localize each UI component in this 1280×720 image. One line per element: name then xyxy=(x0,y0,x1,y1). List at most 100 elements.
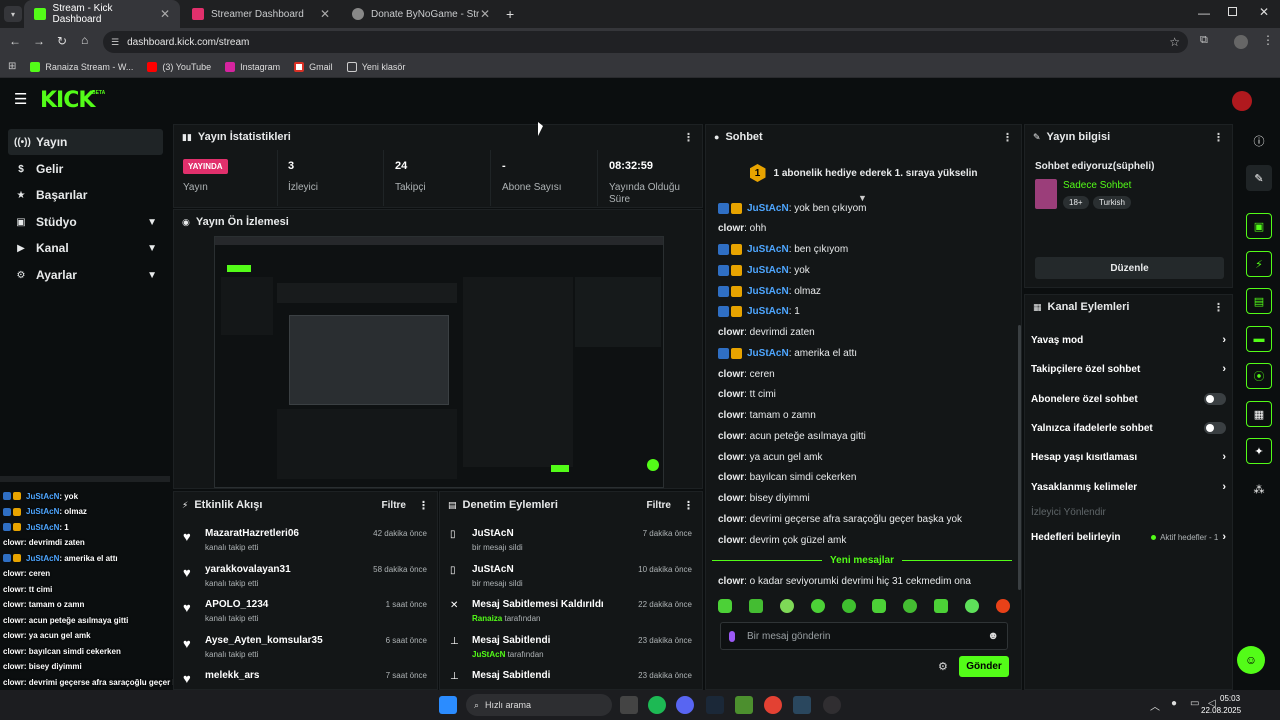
close-tab-icon[interactable]: ✕ xyxy=(320,7,330,21)
chat-username[interactable]: JuStAcN xyxy=(747,265,789,276)
info-icon[interactable]: ⓘ xyxy=(1246,128,1272,154)
chrome-icon[interactable] xyxy=(764,696,782,714)
moderation-item[interactable]: ⊥ Mesaj Sabitlendi 23 dakika önce xyxy=(450,667,694,699)
site-info-icon[interactable]: ☰ xyxy=(111,37,119,48)
moderation-title[interactable]: Mesaj Sabitlendi xyxy=(472,635,550,646)
chat-username[interactable]: clowr xyxy=(718,472,744,483)
action-slow-mode[interactable]: Yavaş mod › xyxy=(1031,330,1226,350)
gift-goal-banner[interactable]: 1 1 abonelik hediye ederek 1. sıraya yük… xyxy=(706,152,1021,194)
clock-date[interactable]: 22.08.2025 xyxy=(1201,706,1241,715)
emote-icon[interactable] xyxy=(872,599,887,613)
microphone-tray-icon[interactable]: ● xyxy=(1171,698,1177,709)
bookmark-ranaiza[interactable]: Ranaiza Stream - W... xyxy=(30,61,133,72)
emote-icon[interactable] xyxy=(995,599,1010,613)
reload-icon[interactable]: ↻ xyxy=(57,34,67,48)
chat-username[interactable]: clowr xyxy=(718,431,744,442)
action-emote-only[interactable]: Yalnızca ifadelerle sohbet xyxy=(1031,418,1226,438)
chat-message[interactable]: clowr: bayılcan simdi cekerken xyxy=(718,471,856,485)
bookmark-star-icon[interactable]: ☆ xyxy=(1169,35,1180,49)
moderation-title[interactable]: Mesaj Sabitlemesi Kaldırıldı xyxy=(472,599,604,610)
chat-username[interactable]: clowr xyxy=(718,369,744,380)
emote-icon[interactable] xyxy=(748,599,763,613)
crop-icon[interactable]: ▣ xyxy=(1246,213,1272,239)
subscribers-only-toggle[interactable] xyxy=(1204,393,1226,405)
browser-menu-icon[interactable]: ⋮ xyxy=(1262,33,1274,47)
chat-message[interactable]: clowr: bisey diyimmi xyxy=(718,492,810,506)
moderation-item[interactable]: ▯ JuStAcN bir mesajı sildi 7 dakika önce xyxy=(450,525,694,557)
activity-item[interactable]: ♥ melekk_ars 7 saat önce xyxy=(183,667,429,699)
more-options-icon[interactable]: ⋮ xyxy=(683,131,694,144)
moderation-item[interactable]: ▯ JuStAcN bir mesajı sildi 10 dakika önce xyxy=(450,561,694,593)
close-tab-icon[interactable]: ✕ xyxy=(160,7,170,21)
minimize-icon[interactable]: — xyxy=(1198,6,1210,20)
chat-message[interactable]: JuStAcN: ben çıkıyom xyxy=(718,243,848,257)
activity-user[interactable]: melekk_ars xyxy=(205,670,260,681)
hamburger-menu-icon[interactable]: ☰ xyxy=(14,90,27,108)
tag-mature[interactable]: 18+ xyxy=(1063,196,1089,209)
emote-icon[interactable] xyxy=(965,599,979,613)
chat-username[interactable]: clowr xyxy=(718,514,744,525)
chat-username[interactable]: clowr xyxy=(718,389,744,400)
chat-username[interactable]: clowr xyxy=(718,535,744,546)
people-icon[interactable]: ⁂ xyxy=(1246,476,1272,502)
close-tab-icon[interactable]: ✕ xyxy=(480,7,490,21)
chat-username[interactable]: JuStAcN xyxy=(747,203,789,214)
address-bar[interactable]: ☰ dashboard.kick.com/stream ☆ xyxy=(103,31,1188,53)
tab-donate[interactable]: Donate ByNoGame - Streamer ✕ xyxy=(342,0,500,28)
chat-message[interactable]: JuStAcN: 1 xyxy=(718,305,800,319)
minecraft-icon[interactable] xyxy=(735,696,753,714)
bookmark-gmail[interactable]: Gmail xyxy=(294,61,333,72)
moderation-item[interactable]: ✕ Mesaj Sabitlemesi Kaldırıldı Ranaiza tar… xyxy=(450,596,694,628)
sidebar-item-gelir[interactable]: $ Gelir xyxy=(8,156,163,182)
moderation-sub-user[interactable]: JuStAcN xyxy=(472,650,505,659)
moderation-sub-user[interactable]: Ranaiza xyxy=(472,614,502,623)
apps-icon[interactable]: ⊞ xyxy=(8,61,16,72)
chat-bubble-icon[interactable]: ▬ xyxy=(1246,326,1272,352)
chat-message[interactable]: clowr: devrimi geçerse afra saraçoğlu ge… xyxy=(718,512,962,526)
activity-item[interactable]: ♥ APOLO_1234 kanalı takip etti 1 saat önce xyxy=(183,596,429,628)
maximize-icon[interactable] xyxy=(1228,7,1237,16)
moderation-title[interactable]: JuStAcN xyxy=(472,564,514,575)
chat-username[interactable]: clowr xyxy=(718,493,744,504)
tray-arrow-icon[interactable]: ︿ xyxy=(1150,698,1160,713)
home-icon[interactable]: ⌂ xyxy=(81,33,88,47)
tab-list-button[interactable]: ▾ xyxy=(4,6,22,22)
microphone-icon[interactable] xyxy=(729,630,735,642)
chat-username[interactable]: JuStAcN xyxy=(747,286,789,297)
activity-user[interactable]: yarakkovalayan31 xyxy=(205,564,291,575)
filter-button[interactable]: Filtre xyxy=(647,500,671,511)
chat-message[interactable]: clowr: tt cimi xyxy=(718,388,776,402)
stream-preview-video[interactable] xyxy=(214,236,664,488)
back-icon[interactable]: ← xyxy=(9,34,21,48)
chat-message[interactable]: JuStAcN: yok xyxy=(718,263,810,277)
steam-alt-icon[interactable] xyxy=(793,696,811,714)
emote-only-toggle[interactable] xyxy=(1204,422,1226,434)
close-window-icon[interactable]: ✕ xyxy=(1259,5,1269,19)
emote-icon[interactable] xyxy=(810,599,825,613)
bookmark-youtube[interactable]: (3) YouTube xyxy=(147,61,211,72)
layout-icon[interactable]: ▦ xyxy=(1246,401,1272,427)
tag-language[interactable]: Turkish xyxy=(1093,196,1131,209)
steam-icon[interactable] xyxy=(706,696,724,714)
emote-icon[interactable] xyxy=(934,599,949,613)
support-chat-button[interactable]: ☺ xyxy=(1237,646,1265,674)
moderation-title[interactable]: Mesaj Sabitlendi xyxy=(472,670,550,681)
bookmark-folder[interactable]: Yeni klasör xyxy=(346,61,405,72)
activity-user[interactable]: Ayse_Ayten_komsular35 xyxy=(205,635,323,646)
chat-message[interactable]: clowr: ohh xyxy=(718,222,766,236)
extensions-icon[interactable]: ⧉ xyxy=(1200,34,1208,47)
emoji-icon[interactable]: ☻ xyxy=(987,630,999,642)
more-options-icon[interactable]: ⋮ xyxy=(1213,131,1224,144)
user-avatar[interactable] xyxy=(1232,91,1252,111)
emote-icon[interactable] xyxy=(779,599,794,613)
action-account-age[interactable]: Hesap yaşı kısıtlaması › xyxy=(1031,447,1226,467)
chat-message[interactable]: clowr: ya acun gel amk xyxy=(718,450,823,464)
chat-input[interactable]: Bir mesaj gönderin ☻ xyxy=(720,622,1008,650)
sidebar-item-ayarlar[interactable]: ⚙ Ayarlar ▼ xyxy=(8,262,163,288)
chat-message[interactable]: JuStAcN: yok ben çıkıyom xyxy=(718,201,867,215)
activity-item[interactable]: ♥ Ayse_Ayten_komsular35 kanalı takip etti 6… xyxy=(183,632,429,664)
more-options-icon[interactable]: ⋮ xyxy=(1002,131,1013,144)
kick-logo[interactable]: KICK xyxy=(40,88,95,113)
activity-user[interactable]: MazaratHazretleri06 xyxy=(205,528,299,539)
clock-time[interactable]: 05:03 xyxy=(1220,694,1240,703)
